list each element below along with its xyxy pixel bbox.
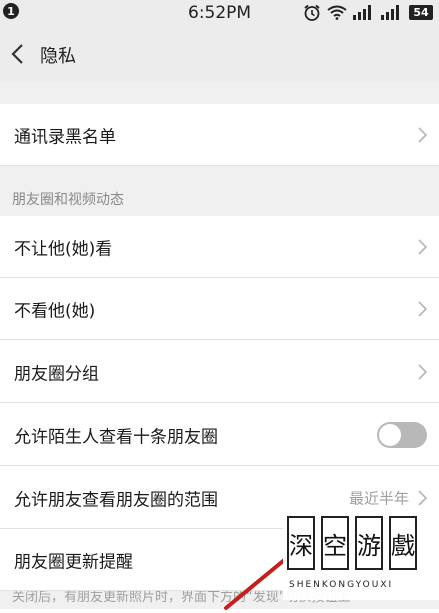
row-label: 朋友圈更新提醒 [14,552,133,573]
chevron-right-icon [418,238,427,255]
row-contacts-blacklist[interactable]: 通讯录黑名单 [0,104,439,166]
row-value: 最近半年 [348,489,409,507]
chevron-right-icon [418,363,427,380]
chevron-right-icon [418,126,427,143]
status-icons: 54 [303,4,433,21]
nav-bar: 隐私 [0,25,439,82]
row-dont-let-them-see[interactable]: 不让他(她)看 [0,216,439,278]
chevron-right-icon [418,300,427,317]
page-title: 隐私 [40,46,76,67]
row-label: 不让他(她)看 [14,239,113,259]
back-arrow-icon[interactable] [10,43,24,65]
watermark-char: 戲 [389,516,417,570]
row-moments-groups[interactable]: 朋友圈分组 [0,341,439,403]
watermark-char: 游 [355,516,383,570]
row-label: 允许朋友查看朋友圈的范围 [14,490,218,510]
status-time: 6:52PM [188,3,252,23]
wifi-icon [327,5,347,20]
row-label: 通讯录黑名单 [14,127,116,147]
chevron-right-icon [418,489,427,506]
watermark-char: 深 [287,516,315,570]
row-label: 允许陌生人查看十条朋友圈 [14,427,218,447]
status-bar: 1 6:52PM 54 [0,0,439,25]
row-dont-see-them[interactable]: 不看他(她) [0,278,439,340]
watermark-logo: 深 空 游 戲 SHENKONGYOUXI [283,510,439,600]
toggle-knob [379,423,401,446]
row-label: 不看他(她) [14,301,96,321]
alarm-icon [304,4,320,21]
allow-strangers-toggle[interactable] [377,421,427,448]
notification-badge: 1 [3,3,19,19]
row-label: 朋友圈分组 [14,364,99,384]
watermark-subtext: SHENKONGYOUXI [289,580,394,590]
row-allow-strangers-view: 允许陌生人查看十条朋友圈 [0,404,439,466]
battery-icon: 54 [409,5,433,20]
group-gap [0,82,439,104]
section-header-label: 朋友圈和视频动态 [12,192,124,208]
signal-1-icon [353,5,371,20]
signal-2-icon [381,5,399,20]
watermark-char: 空 [321,516,349,570]
